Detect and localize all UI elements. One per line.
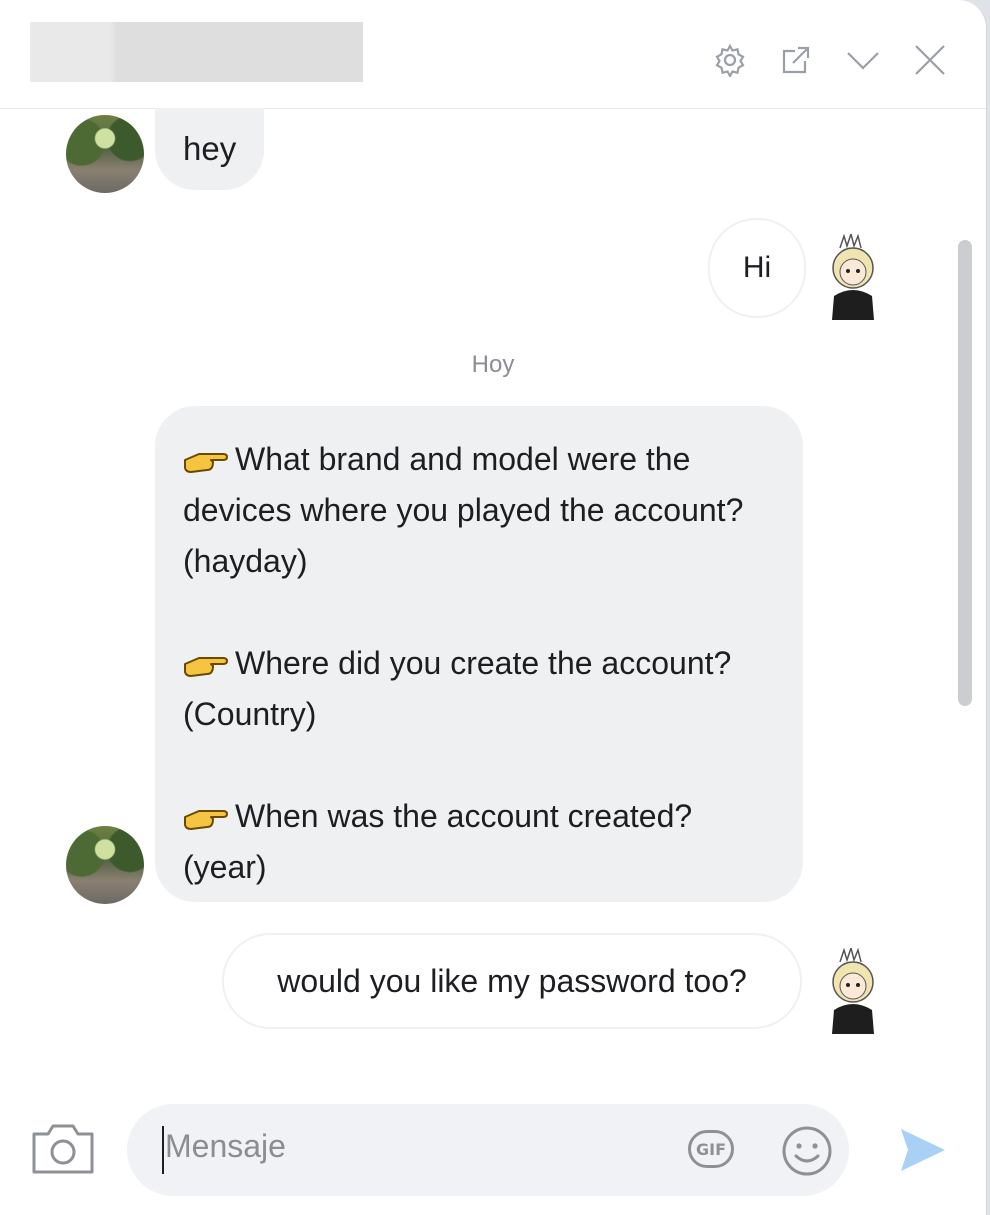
text-caret [162, 1126, 164, 1174]
contact-avatar [66, 115, 144, 193]
open-external-icon[interactable] [772, 37, 820, 83]
message-paragraph: Where did you create the account? (Count… [183, 645, 732, 732]
pointing-hand-icon [184, 657, 228, 677]
user-avatar [832, 948, 874, 1034]
message-paragraph: When was the account created? (year) [183, 798, 693, 885]
scrollbar-thumb[interactable] [958, 240, 972, 706]
message-list: hey Hi Hoy What brand and model were the… [0, 108, 986, 1090]
pointing-hand-icon [184, 810, 228, 830]
gif-button[interactable]: GIF [688, 1130, 734, 1168]
chat-window: hey Hi Hoy What brand and model were the… [0, 0, 987, 1215]
incoming-message: What brand and model were the devices wh… [155, 406, 803, 902]
message-text: Hi [742, 251, 772, 284]
chat-header [0, 0, 986, 109]
emoji-icon[interactable] [780, 1124, 834, 1178]
user-avatar [832, 234, 874, 320]
incoming-message: hey [155, 108, 265, 190]
chevron-down-icon[interactable] [839, 37, 887, 83]
message-text: hey [183, 130, 237, 167]
send-icon[interactable] [898, 1126, 948, 1174]
outgoing-message: Hi [708, 218, 806, 318]
outgoing-message: would you like my password too? [222, 933, 802, 1029]
camera-icon[interactable] [30, 1120, 96, 1176]
message-input-placeholder[interactable]: Mensaje [165, 1128, 286, 1165]
pointing-hand-icon [184, 453, 228, 473]
message-paragraph: What brand and model were the devices wh… [183, 441, 744, 579]
date-separator: Hoy [471, 351, 515, 378]
contact-avatar [66, 826, 144, 904]
contact-name-redacted [30, 22, 363, 82]
message-text: would you like my password too? [277, 962, 747, 999]
gear-icon[interactable] [706, 37, 754, 83]
close-icon[interactable] [906, 37, 954, 83]
